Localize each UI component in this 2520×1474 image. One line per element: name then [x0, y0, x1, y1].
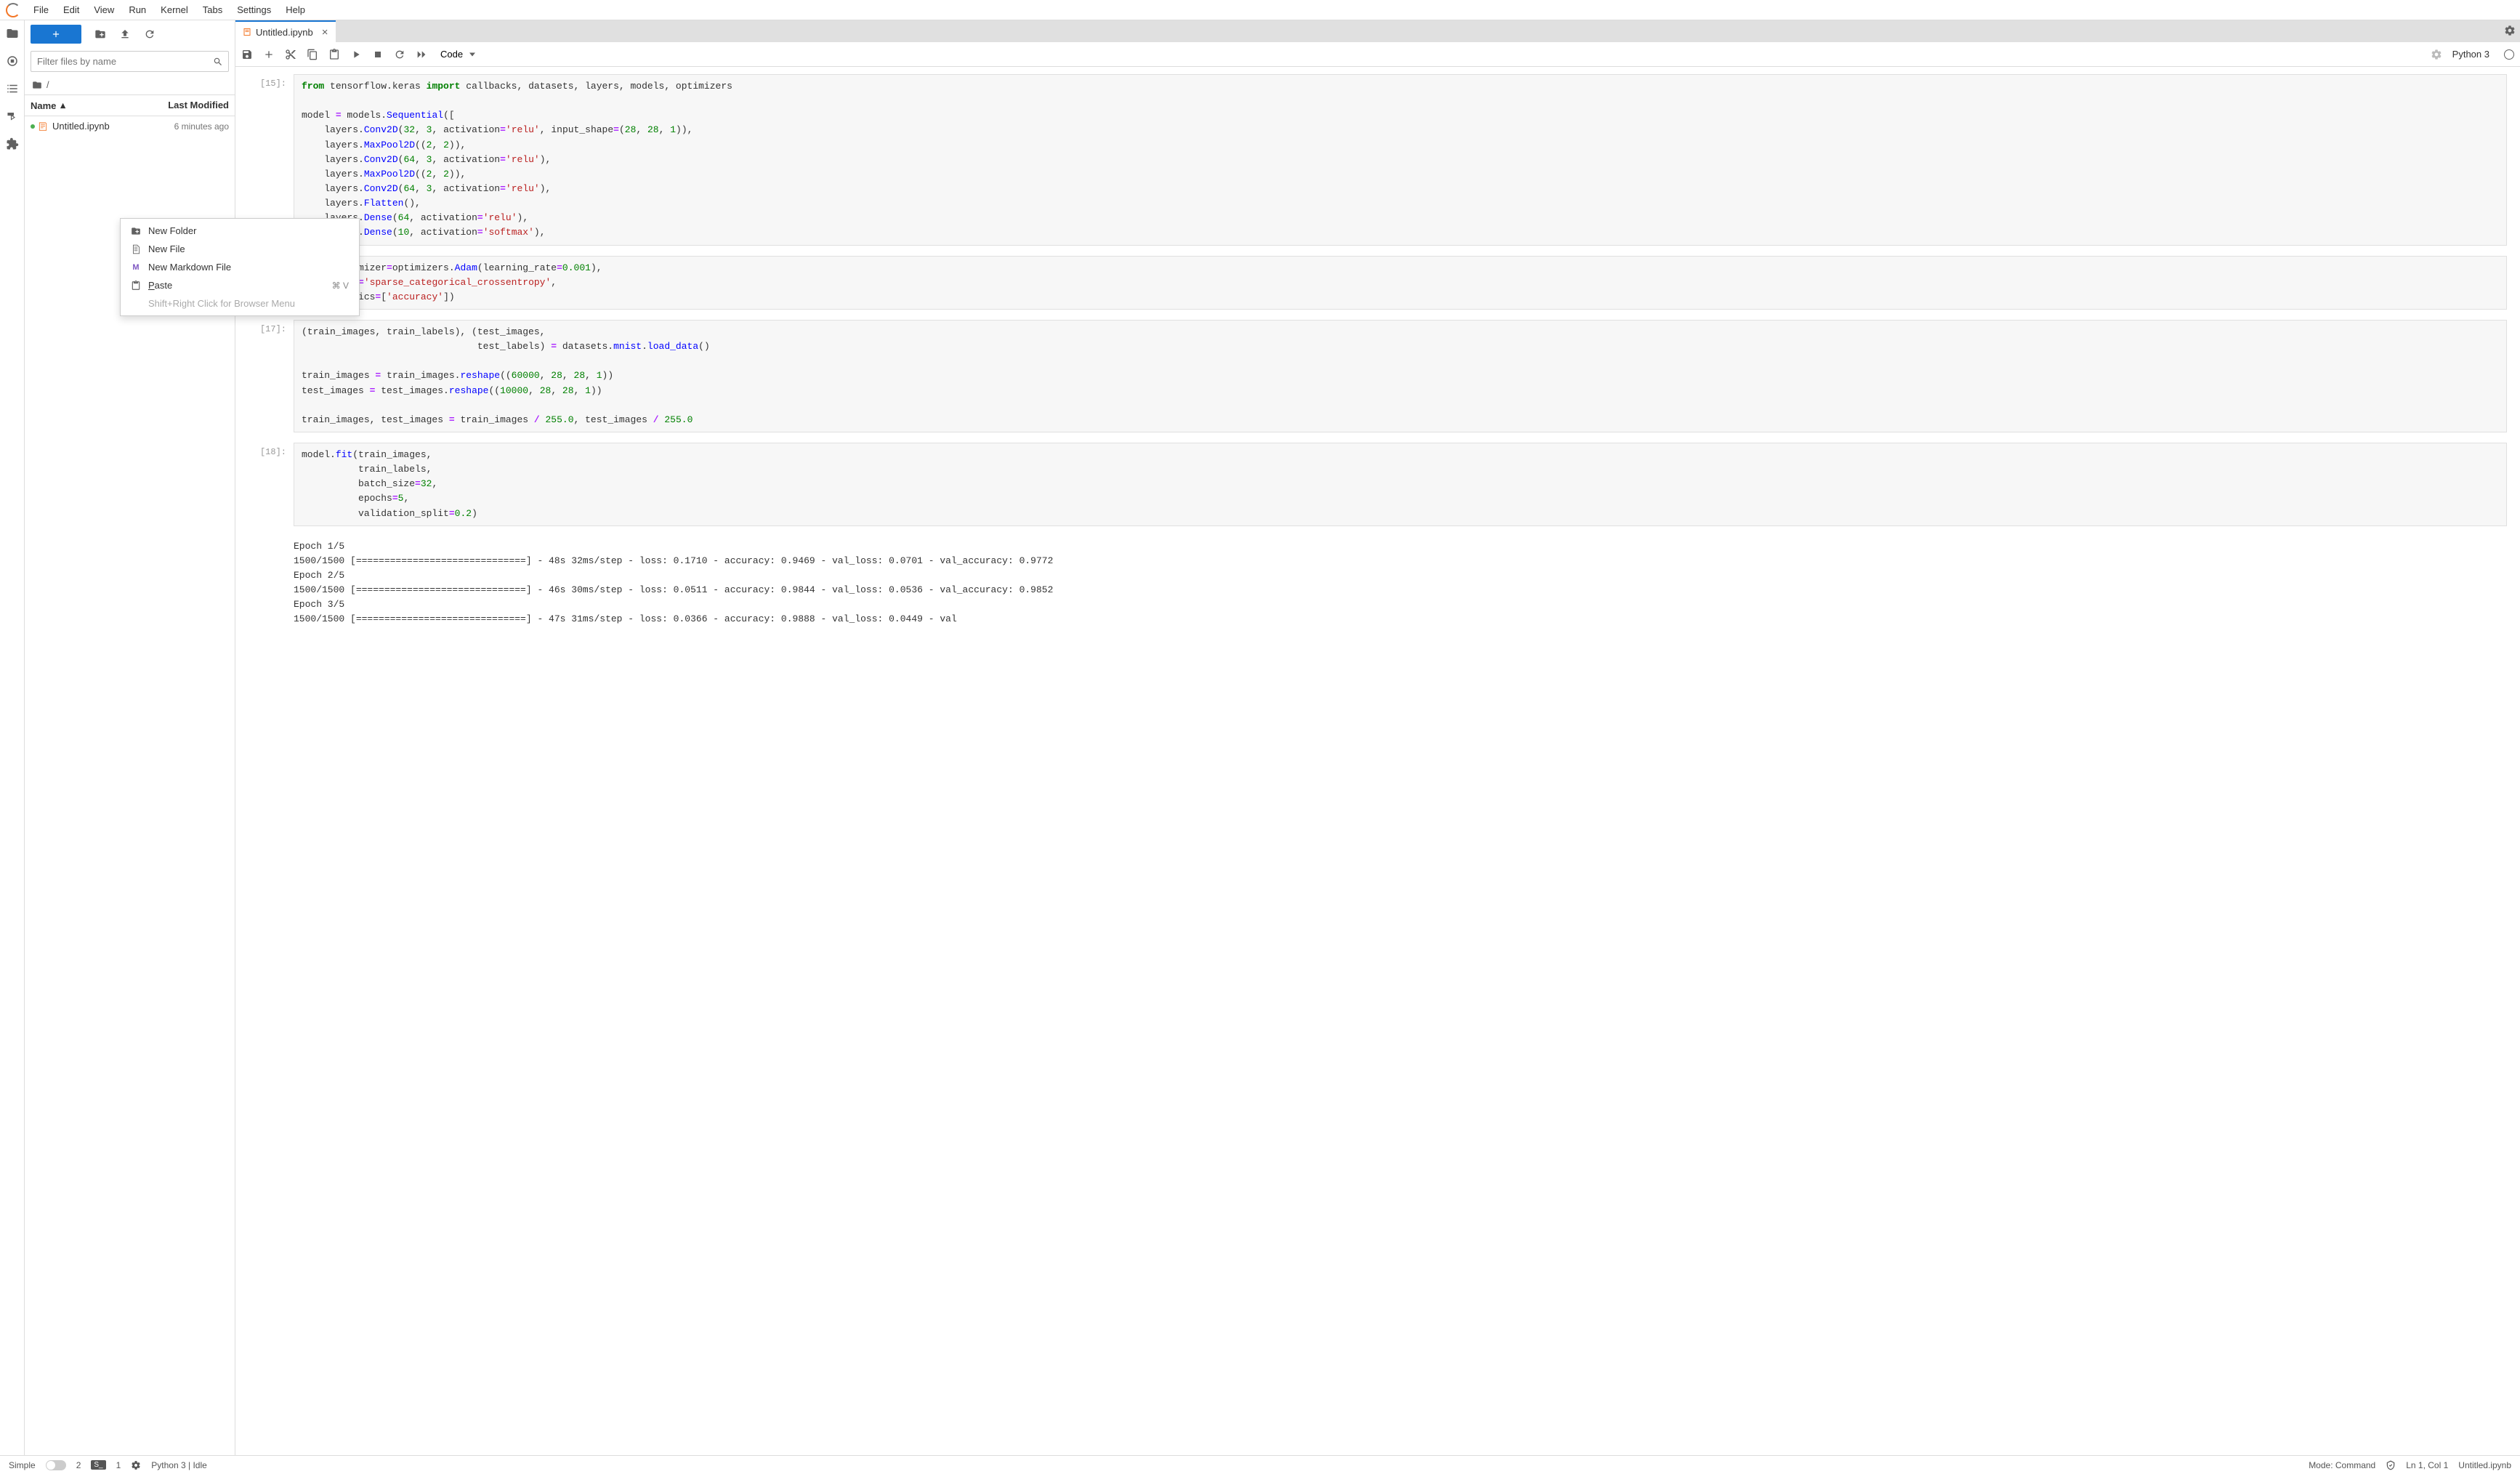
- simple-toggle[interactable]: [46, 1460, 66, 1470]
- insert-cell-icon[interactable]: [263, 49, 275, 60]
- context-hint: Shift+Right Click for Browser Menu: [121, 294, 359, 313]
- menu-tabs[interactable]: Tabs: [195, 1, 230, 18]
- save-icon[interactable]: [241, 49, 253, 60]
- cursor-position[interactable]: Ln 1, Col 1: [2406, 1460, 2448, 1470]
- kernel-name[interactable]: Python 3: [2452, 49, 2489, 60]
- file-row[interactable]: Untitled.ipynb 6 minutes ago: [25, 116, 235, 136]
- tab-title: Untitled.ipynb: [256, 27, 313, 38]
- header-modified[interactable]: Last Modified: [140, 95, 235, 116]
- menu-run[interactable]: Run: [121, 1, 153, 18]
- kernel-status-gear-icon[interactable]: [2431, 49, 2442, 60]
- status-filename[interactable]: Untitled.ipynb: [2458, 1460, 2511, 1470]
- context-menu-label: Paste: [148, 280, 325, 291]
- file-icon: [131, 244, 141, 254]
- context-paste[interactable]: Paste ⌘ V: [121, 276, 359, 294]
- cell-output: Epoch 1/5 1500/1500 [===================…: [294, 536, 2507, 630]
- menubar: File Edit View Run Kernel Tabs Settings …: [0, 0, 2520, 20]
- file-list-header: Name ▴ Last Modified: [25, 94, 235, 116]
- cut-icon[interactable]: [285, 49, 296, 60]
- cell-input[interactable]: mpile(optimizer=optimizers.Adam(learning…: [294, 256, 2507, 310]
- markdown-icon: M: [131, 262, 141, 273]
- refresh-icon[interactable]: [144, 28, 156, 40]
- file-name: Untitled.ipynb: [52, 121, 174, 132]
- simple-label: Simple: [9, 1460, 36, 1470]
- code-cell[interactable]: [17]:(train_images, train_labels), (test…: [243, 320, 2507, 432]
- lsp-gear-icon[interactable]: [131, 1460, 141, 1470]
- extensions-icon[interactable]: [5, 137, 20, 151]
- context-menu-label: New Markdown File: [148, 262, 349, 273]
- file-toolbar: [25, 20, 235, 48]
- filter-files-input[interactable]: [31, 51, 229, 72]
- header-name[interactable]: Name ▴: [25, 95, 140, 116]
- kernel-status[interactable]: Python 3 | Idle: [151, 1460, 207, 1470]
- context-menu-hint: Shift+Right Click for Browser Menu: [148, 298, 349, 309]
- running-icon[interactable]: [5, 54, 20, 68]
- tab-count[interactable]: 2: [76, 1460, 81, 1470]
- cell-output-row[interactable]: Epoch 1/5 1500/1500 [===================…: [243, 536, 2507, 630]
- paste-icon[interactable]: [328, 49, 340, 60]
- menu-view[interactable]: View: [86, 1, 121, 18]
- breadcrumb-root[interactable]: /: [47, 79, 49, 90]
- context-menu-label: New File: [148, 243, 349, 254]
- folder-icon[interactable]: [5, 26, 20, 41]
- restart-icon[interactable]: [394, 49, 405, 60]
- run-icon[interactable]: [350, 49, 362, 60]
- cell-input[interactable]: model.fit(train_images, train_labels, ba…: [294, 443, 2507, 526]
- folder-plus-icon: [131, 226, 141, 236]
- close-tab-icon[interactable]: ×: [322, 27, 328, 38]
- file-list: Untitled.ipynb 6 minutes ago: [25, 116, 235, 1455]
- context-new-file[interactable]: New File: [121, 240, 359, 258]
- cell-prompt: [17]:: [243, 320, 294, 432]
- tab-notebook[interactable]: Untitled.ipynb ×: [235, 20, 336, 42]
- debugger-icon[interactable]: [5, 109, 20, 124]
- running-indicator-icon: [31, 124, 35, 129]
- file-modified: 6 minutes ago: [174, 121, 229, 132]
- notebook-cells[interactable]: [15]:from tensorflow.keras import callba…: [235, 67, 2520, 1455]
- notebook-area: Untitled.ipynb × Code Python 3 [15]:from…: [235, 20, 2520, 1455]
- notebook-icon: [38, 121, 48, 132]
- cell-prompt: [18]:: [243, 443, 294, 526]
- trusted-icon[interactable]: [2386, 1460, 2396, 1470]
- context-new-markdown[interactable]: M New Markdown File: [121, 258, 359, 276]
- menu-help[interactable]: Help: [278, 1, 312, 18]
- cell-input[interactable]: (train_images, train_labels), (test_imag…: [294, 320, 2507, 432]
- notebook-icon: [243, 28, 251, 36]
- jupyter-logo: [6, 3, 20, 17]
- context-new-folder[interactable]: New Folder: [121, 222, 359, 240]
- code-cell[interactable]: mpile(optimizer=optimizers.Adam(learning…: [243, 256, 2507, 310]
- run-all-icon[interactable]: [416, 49, 427, 60]
- menu-kernel[interactable]: Kernel: [153, 1, 195, 18]
- stop-icon[interactable]: [372, 49, 384, 60]
- tab-bar: Untitled.ipynb ×: [235, 20, 2520, 42]
- toc-icon[interactable]: [5, 81, 20, 96]
- context-menu-label: New Folder: [148, 225, 349, 236]
- menu-edit[interactable]: Edit: [56, 1, 86, 18]
- property-inspector-icon[interactable]: [2504, 25, 2516, 36]
- new-launcher-button[interactable]: [31, 25, 81, 44]
- activity-bar: [0, 20, 25, 1455]
- code-cell[interactable]: [18]:model.fit(train_images, train_label…: [243, 443, 2507, 526]
- cell-input[interactable]: from tensorflow.keras import callbacks, …: [294, 74, 2507, 246]
- kernel-idle-icon: [2504, 49, 2514, 60]
- code-cell[interactable]: [15]:from tensorflow.keras import callba…: [243, 74, 2507, 246]
- context-menu-shortcut: ⌘ V: [332, 281, 349, 291]
- terminal-count[interactable]: 1: [116, 1460, 121, 1470]
- cell-type-select[interactable]: Code: [437, 47, 478, 61]
- copy-icon[interactable]: [307, 49, 318, 60]
- sort-up-icon: ▴: [60, 100, 65, 111]
- statusbar: Simple 2 S_ 1 Python 3 | Idle Mode: Comm…: [0, 1455, 2520, 1474]
- breadcrumb[interactable]: /: [25, 75, 235, 94]
- search-icon: [213, 57, 223, 67]
- terminal-badge-icon[interactable]: S_: [91, 1460, 105, 1470]
- menu-settings[interactable]: Settings: [230, 1, 278, 18]
- new-folder-icon[interactable]: [94, 28, 106, 40]
- menu-file[interactable]: File: [26, 1, 56, 18]
- mode-status[interactable]: Mode: Command: [2309, 1460, 2375, 1470]
- upload-icon[interactable]: [119, 28, 131, 40]
- cell-prompt: [243, 536, 294, 630]
- clipboard-icon: [131, 281, 141, 291]
- notebook-toolbar: Code Python 3: [235, 42, 2520, 67]
- context-menu: New Folder New File M New Markdown File …: [120, 218, 360, 316]
